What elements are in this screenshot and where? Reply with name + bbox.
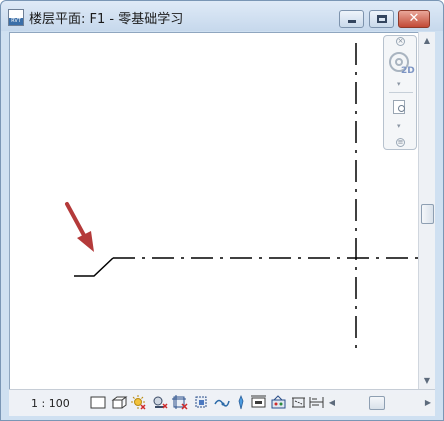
highlight-displacement-icon[interactable] (308, 395, 325, 410)
scroll-left-icon[interactable]: ◀ (325, 394, 339, 412)
wheel-2d-label: 2D (401, 66, 415, 76)
scroll-right-icon[interactable]: ▶ (421, 394, 435, 412)
analytical-model-icon[interactable] (290, 395, 307, 410)
crop-view-icon[interactable] (172, 395, 189, 410)
shadows-icon[interactable] (152, 395, 169, 410)
worksharing-display-icon[interactable] (270, 395, 287, 410)
nav-bar-close-icon[interactable]: × (396, 37, 405, 46)
show-crop-region-icon[interactable] (193, 395, 210, 410)
navigation-bar[interactable]: × 2D ▾ ▾ ≡ (383, 35, 417, 150)
close-button[interactable]: ✕ (398, 10, 430, 28)
vertical-scrollbar[interactable]: ▲ ▼ (418, 32, 435, 389)
zoom-region-icon[interactable] (393, 100, 409, 116)
floor-plan-drawing (65, 43, 419, 355)
title-bar[interactable]: RVT 楼层平面: F1 - 零基础学习 ✕ (1, 1, 443, 31)
unlocked-3d-view-icon[interactable] (213, 395, 230, 410)
view-control-bar: 1 : 100 ◀ ▶ (9, 389, 435, 416)
drawing-canvas[interactable] (9, 32, 419, 389)
sun-path-icon[interactable] (130, 395, 147, 410)
2d-steering-wheel-icon[interactable]: 2D (389, 52, 415, 78)
wheel-dropdown-icon[interactable]: ▾ (397, 80, 401, 88)
red-arrow-icon (65, 202, 94, 252)
zoom-dropdown-icon[interactable]: ▾ (397, 122, 401, 130)
vertical-scroll-thumb[interactable] (421, 204, 434, 224)
detail-level-icon[interactable] (90, 395, 107, 410)
maximize-button[interactable] (369, 10, 394, 28)
minimize-icon (348, 20, 356, 23)
temporary-hide-isolate-icon[interactable] (233, 395, 250, 410)
horizontal-scrollbar[interactable]: ◀ ▶ (325, 394, 435, 412)
maximize-icon (377, 15, 387, 23)
view-window: RVT 楼层平面: F1 - 零基础学习 ✕ × 2D ▾ ▾ ≡ ▲ ▼ 1 … (0, 0, 444, 421)
revit-rvt-icon[interactable]: RVT (8, 9, 24, 26)
scroll-up-icon[interactable]: ▲ (419, 32, 435, 49)
nav-divider (389, 92, 413, 93)
minimize-button[interactable] (339, 10, 364, 28)
grid-elbow (74, 257, 114, 277)
close-icon: ✕ (408, 11, 420, 26)
visual-style-icon[interactable] (111, 395, 128, 410)
horizontal-scroll-thumb[interactable] (369, 396, 385, 410)
scroll-down-icon[interactable]: ▼ (419, 372, 435, 389)
window-title: 楼层平面: F1 - 零基础学习 (29, 12, 184, 27)
reveal-hidden-elements-icon[interactable] (250, 395, 267, 410)
view-scale[interactable]: 1 : 100 (31, 397, 70, 410)
nav-bar-options-icon[interactable]: ≡ (396, 138, 405, 147)
